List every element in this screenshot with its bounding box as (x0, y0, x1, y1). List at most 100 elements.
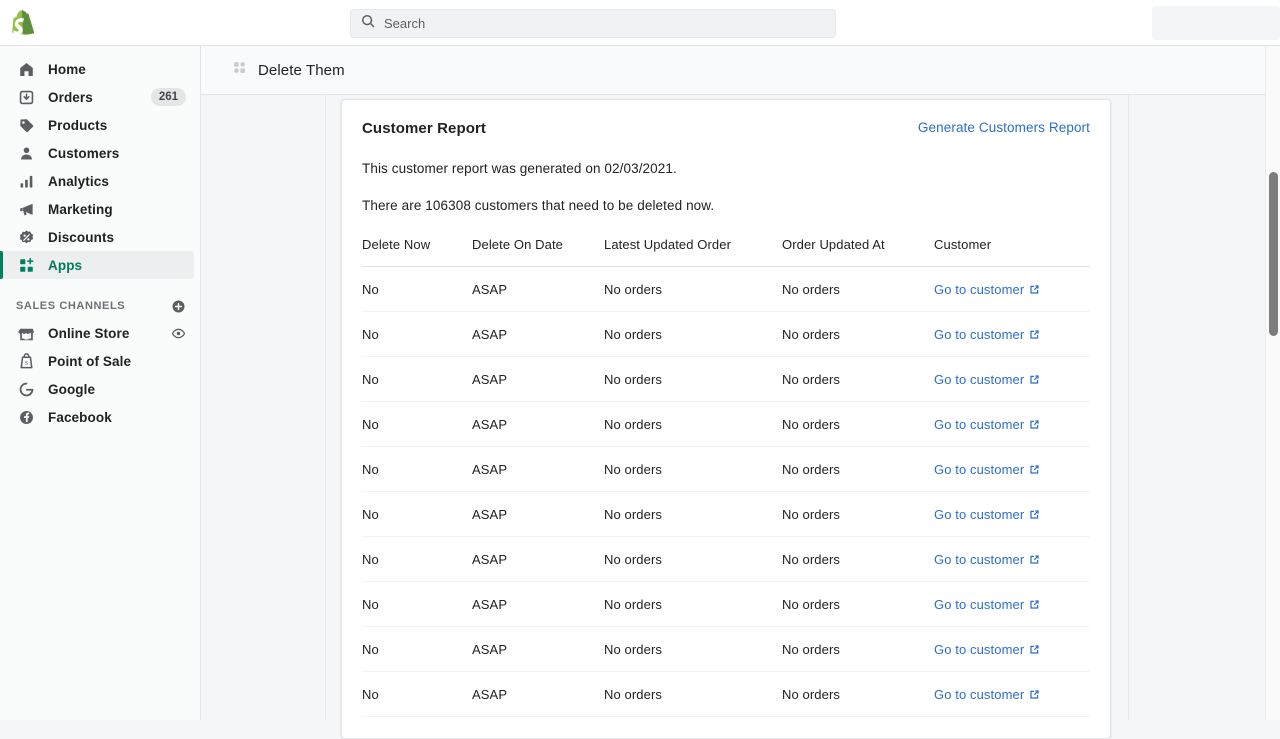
discount-percent-icon (16, 227, 36, 247)
external-link-icon (1029, 464, 1040, 475)
column-header-order-updated-at: Order Updated At (782, 237, 885, 252)
sidebar-item-label: Discounts (48, 229, 115, 245)
go-to-customer-label: Go to customer (934, 372, 1025, 387)
sidebar-item-facebook[interactable]: Facebook (0, 403, 194, 431)
customers-to-delete-text: There are 106308 customers that need to … (362, 198, 715, 213)
go-to-customer-label: Go to customer (934, 507, 1025, 522)
report-generated-text: This customer report was generated on 02… (362, 161, 677, 176)
eye-view-icon[interactable] (171, 326, 186, 341)
sidebar-item-analytics[interactable]: Analytics (0, 167, 194, 195)
cell-order-updated-at: No orders (782, 626, 934, 672)
sidebar-item-label: Marketing (48, 201, 113, 217)
go-to-customer-link[interactable]: Go to customer (934, 687, 1040, 702)
apps-grid-icon (232, 60, 247, 80)
cell-delete-on-date: ASAP (472, 491, 604, 537)
page-scrollbar[interactable] (1265, 46, 1280, 720)
cell-delete-now: No (362, 266, 472, 312)
go-to-customer-link[interactable]: Go to customer (934, 462, 1040, 477)
sidebar-item-google[interactable]: Google (0, 375, 194, 403)
google-g-icon (16, 379, 36, 399)
home-icon (16, 59, 36, 79)
go-to-customer-link[interactable]: Go to customer (934, 417, 1040, 432)
search-input[interactable]: Search (350, 9, 836, 38)
cell-order-updated-at: No orders (782, 536, 934, 582)
customer-report-table: Delete Now Delete On Date Latest Updated… (362, 237, 1090, 717)
cell-customer: Go to customer (934, 446, 1090, 492)
cell-latest-updated-order: No orders (604, 536, 782, 582)
add-circle-icon[interactable] (171, 299, 186, 314)
cell-delete-now: No (362, 491, 472, 537)
external-link-icon (1029, 374, 1040, 385)
app-content-area: Customer Report Generate Customers Repor… (201, 95, 1280, 739)
apps-grid-plus-icon (16, 255, 36, 275)
cell-customer: Go to customer (934, 401, 1090, 447)
shopify-bag-logo[interactable] (0, 0, 46, 46)
go-to-customer-label: Go to customer (934, 417, 1025, 432)
page-title: Delete Them (258, 61, 345, 79)
cell-delete-on-date: ASAP (472, 626, 604, 672)
cell-order-updated-at: No orders (782, 446, 934, 492)
sidebar-item-home[interactable]: Home (0, 55, 194, 83)
table-row: No ASAP No orders No orders Go to customer (362, 536, 1090, 582)
column-header-delete-now: Delete Now (362, 237, 431, 252)
go-to-customer-link[interactable]: Go to customer (934, 327, 1040, 342)
facebook-f-icon (16, 407, 36, 427)
cell-order-updated-at: No orders (782, 671, 934, 717)
cell-delete-now: No (362, 446, 472, 492)
cell-delete-now: No (362, 356, 472, 402)
sidebar-item-label: Analytics (48, 173, 109, 189)
go-to-customer-link[interactable]: Go to customer (934, 597, 1040, 612)
sidebar-item-label: Apps (48, 257, 83, 273)
user-menu[interactable] (1152, 6, 1280, 40)
sidebar-item-discounts[interactable]: Discounts (0, 223, 194, 251)
sidebar-item-customers[interactable]: Customers (0, 139, 194, 167)
cell-order-updated-at: No orders (782, 311, 934, 357)
sidebar-item-apps[interactable]: Apps (0, 251, 194, 279)
cell-delete-now: No (362, 536, 472, 582)
external-link-icon (1029, 509, 1040, 520)
generate-customers-report-button[interactable]: Generate Customers Report (918, 120, 1090, 135)
sidebar-item-orders[interactable]: Orders 261 (0, 83, 194, 111)
go-to-customer-label: Go to customer (934, 462, 1025, 477)
orders-inbox-icon (16, 87, 36, 107)
cell-delete-on-date: ASAP (472, 536, 604, 582)
sidebar-item-point-of-sale[interactable]: S Point of Sale (0, 347, 194, 375)
sidebar-item-products[interactable]: Products (0, 111, 194, 139)
orders-count-badge: 261 (150, 87, 186, 107)
customer-report-card: Customer Report Generate Customers Repor… (341, 99, 1111, 739)
table-body: No ASAP No orders No orders Go to customer No… (362, 266, 1090, 717)
cell-order-updated-at: No orders (782, 581, 934, 627)
cell-latest-updated-order: No orders (604, 401, 782, 447)
go-to-customer-label: Go to customer (934, 687, 1025, 702)
app-frame-header: Delete Them (201, 46, 1280, 95)
cell-delete-on-date: ASAP (472, 401, 604, 447)
cell-latest-updated-order: No orders (604, 266, 782, 312)
sales-channels-title: SALES CHANNELS (16, 300, 126, 312)
cell-customer: Go to customer (934, 581, 1090, 627)
sidebar-item-marketing[interactable]: Marketing (0, 195, 194, 223)
cell-delete-on-date: ASAP (472, 671, 604, 717)
cell-latest-updated-order: No orders (604, 446, 782, 492)
table-header-row: Delete Now Delete On Date Latest Updated… (362, 237, 1090, 267)
sidebar-item-online-store[interactable]: Online Store (0, 319, 194, 347)
cell-delete-now: No (362, 311, 472, 357)
customer-person-icon (16, 143, 36, 163)
go-to-customer-link[interactable]: Go to customer (934, 642, 1040, 657)
top-bar: Search (0, 0, 1280, 46)
go-to-customer-link[interactable]: Go to customer (934, 552, 1040, 567)
go-to-customer-link[interactable]: Go to customer (934, 282, 1040, 297)
cell-delete-on-date: ASAP (472, 311, 604, 357)
content-divider-right (1128, 95, 1129, 720)
search-placeholder: Search (384, 16, 426, 31)
cell-latest-updated-order: No orders (604, 626, 782, 672)
table-row: No ASAP No orders No orders Go to customer (362, 266, 1090, 312)
svg-text:S: S (24, 360, 27, 366)
go-to-customer-link[interactable]: Go to customer (934, 507, 1040, 522)
table-row: No ASAP No orders No orders Go to customer (362, 446, 1090, 492)
external-link-icon (1029, 599, 1040, 610)
cell-latest-updated-order: No orders (604, 356, 782, 402)
go-to-customer-label: Go to customer (934, 282, 1025, 297)
go-to-customer-link[interactable]: Go to customer (934, 372, 1040, 387)
cell-delete-on-date: ASAP (472, 356, 604, 402)
page-scrollbar-thumb[interactable] (1269, 172, 1278, 336)
